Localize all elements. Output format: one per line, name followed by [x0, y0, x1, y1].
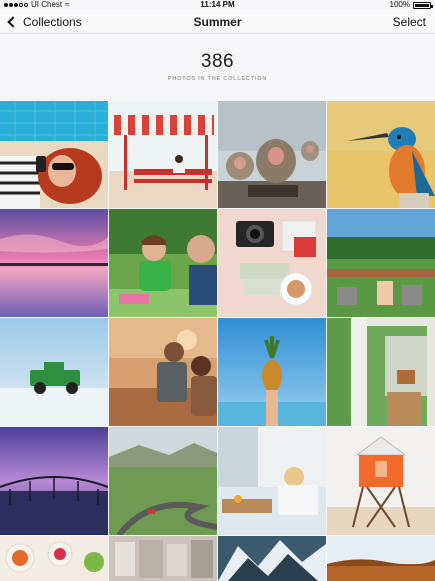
photo-tile[interactable]: [218, 427, 326, 535]
photo-sunset-lake: [0, 209, 108, 317]
status-right: 100%: [389, 0, 433, 10]
photo-tile[interactable]: [327, 536, 435, 581]
photo-pool-sunglasses-woman: [0, 101, 108, 208]
photo-hand-holding-pineapple: [218, 318, 326, 426]
photo-tile[interactable]: [109, 427, 217, 535]
photo-mountain-road: [109, 427, 217, 535]
photo-tile[interactable]: [0, 101, 108, 208]
photo-open-door-patio: [327, 318, 435, 426]
photo-couple-hillside: [109, 318, 217, 426]
battery-icon: [413, 1, 433, 9]
photo-tile[interactable]: [109, 536, 217, 581]
photo-tile[interactable]: [327, 427, 435, 535]
photo-tile[interactable]: [109, 101, 217, 208]
photo-tile[interactable]: [109, 209, 217, 317]
photo-tile[interactable]: [327, 318, 435, 426]
battery-percent: 100%: [389, 0, 410, 9]
photo-tile[interactable]: [327, 209, 435, 317]
photo-camera-travel-flatlay: [218, 209, 326, 317]
photo-city-buildings-aerial: [109, 536, 217, 581]
photo-tile[interactable]: [109, 318, 217, 426]
photo-park-chairs: [327, 209, 435, 317]
photo-tile[interactable]: [0, 427, 108, 535]
photo-beach-bench-awning: [109, 101, 217, 208]
photo-tile[interactable]: [0, 318, 108, 426]
photo-tile[interactable]: [218, 209, 326, 317]
photo-pier-dusk: [0, 427, 108, 535]
photo-count: 386: [200, 51, 235, 72]
photo-snowy-mountains: [218, 536, 326, 581]
status-bar: UI Chest ≈ 11:14 PM 100%: [0, 0, 435, 10]
photo-fruit-bowls: [0, 536, 108, 581]
photo-green-truck-salt-flat: [0, 318, 108, 426]
collection-summary: 386 PHOTOS IN THE COLLECTION: [0, 35, 435, 101]
photo-grid: [0, 101, 435, 581]
photo-kingfisher: [327, 101, 435, 208]
photo-tile[interactable]: [218, 536, 326, 581]
page-title: Summer: [193, 15, 242, 29]
photo-tile[interactable]: [327, 101, 435, 208]
photo-lifeguard-tower: [327, 427, 435, 535]
photo-children-on-grass: [109, 209, 217, 317]
photo-tile[interactable]: [0, 209, 108, 317]
select-button[interactable]: Select: [393, 15, 426, 29]
photo-count-label: PHOTOS IN THE COLLECTION: [167, 76, 268, 82]
photo-autumn-field: [327, 536, 435, 581]
photo-tile[interactable]: [218, 101, 326, 208]
navigation-bar: Collections Summer Select: [0, 10, 435, 34]
photo-tile[interactable]: [0, 536, 108, 581]
status-time: 11:14 PM: [200, 0, 235, 9]
photo-tile[interactable]: [218, 318, 326, 426]
photo-breakfast-in-bed: [218, 427, 326, 535]
photo-snow-monkeys: [218, 101, 326, 208]
